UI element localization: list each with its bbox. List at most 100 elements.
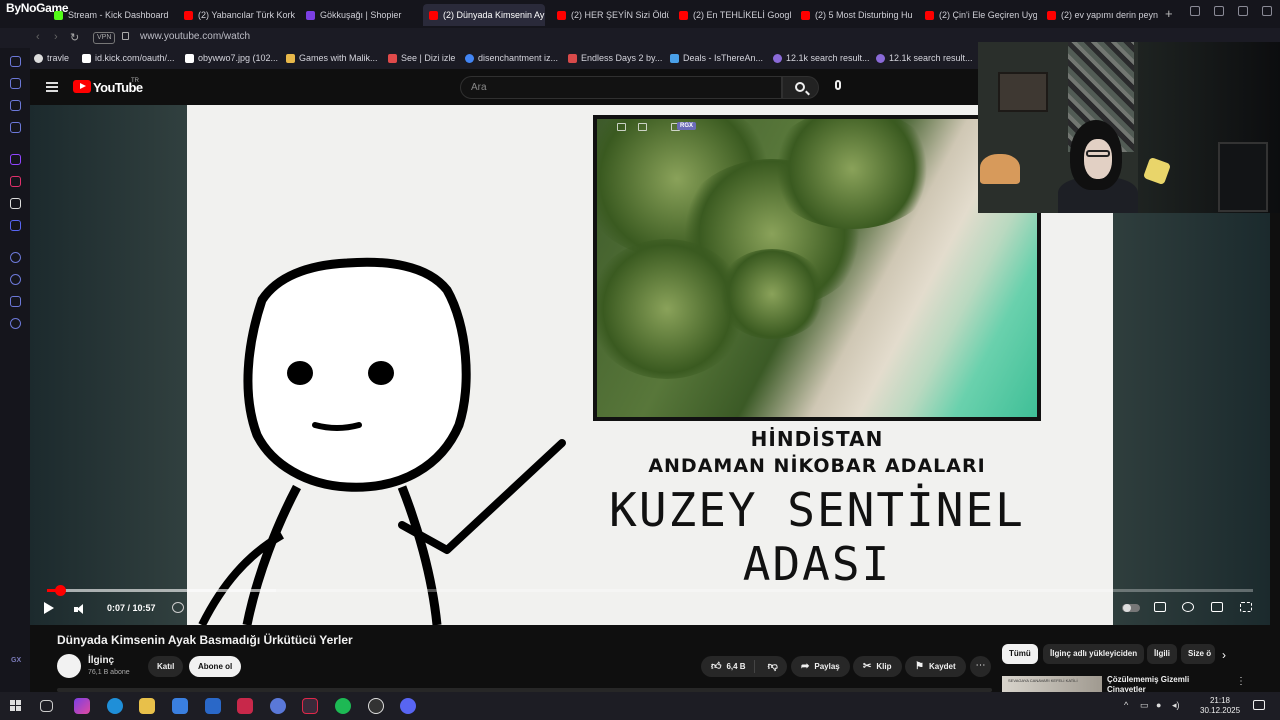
chapter-icon[interactable] <box>172 602 184 613</box>
instagram-icon[interactable] <box>10 176 21 187</box>
recommended-menu-icon[interactable]: ⋮ <box>1236 676 1246 687</box>
notification-icon[interactable] <box>1253 700 1265 710</box>
lock-icon[interactable] <box>122 32 129 40</box>
spotify-icon[interactable] <box>335 698 351 714</box>
chip-all[interactable]: Tümü <box>1002 644 1038 664</box>
tab-youtube-1[interactable]: (2) Yabancılar Türk Kork <box>178 4 296 26</box>
youtube-icon <box>801 10 810 20</box>
miniplayer-icon[interactable] <box>1211 602 1223 612</box>
new-tab-button[interactable]: + <box>1165 6 1173 21</box>
tab-kick-dashboard[interactable]: Stream - Kick Dashboard <box>48 4 176 26</box>
bookmark-kick-oauth[interactable]: id.kick.com/oauth/... <box>82 53 175 63</box>
store-icon[interactable] <box>172 698 188 714</box>
maximize-icon[interactable] <box>1238 6 1248 16</box>
chevron-right-icon[interactable]: › <box>1222 648 1226 662</box>
rgx-badge[interactable]: RGX <box>677 122 697 130</box>
task-view-icon[interactable] <box>40 700 53 712</box>
bookmark-google-search[interactable]: disenchantment iz... <box>465 53 558 63</box>
subtitles-icon[interactable] <box>1154 602 1166 612</box>
search-input[interactable]: Ara <box>460 76 782 99</box>
tray-mic-icon[interactable]: ● <box>1156 700 1161 710</box>
tab-youtube-active[interactable]: (2) Dünyada Kimsenin Ay <box>423 4 545 26</box>
recommended-title[interactable]: Çözülememiş Gizemli Cinayetler <box>1107 675 1227 692</box>
player-icon[interactable] <box>10 252 21 263</box>
volume-icon[interactable] <box>74 604 86 614</box>
autoplay-toggle[interactable] <box>1122 604 1140 612</box>
close-icon[interactable] <box>1262 6 1272 16</box>
tray-chevron-icon[interactable]: ^ <box>1124 700 1128 710</box>
bookmark-search-result-2[interactable]: 12.1k search result... <box>876 53 973 63</box>
tab-shopier[interactable]: Gökkuşağı | Shopier <box>300 4 418 26</box>
more-actions-button[interactable]: ⋯ <box>970 656 991 677</box>
pip-icon[interactable] <box>617 123 626 131</box>
menu-icon[interactable] <box>46 82 58 92</box>
url-field[interactable]: www.youtube.com/watch <box>140 31 250 42</box>
join-button[interactable]: Katıl <box>148 656 184 677</box>
bookmark-isthereany[interactable]: Deals - IsThereAn... <box>670 53 763 63</box>
bookmark-icon: ⚑ <box>915 661 924 672</box>
share-button[interactable]: ➦ Paylaş <box>791 656 850 677</box>
exit-icon[interactable] <box>638 123 647 131</box>
copilot-icon[interactable] <box>74 698 90 714</box>
twitch-icon[interactable] <box>10 154 21 165</box>
clip-button[interactable]: ✂ Klip <box>853 656 902 677</box>
search-tabs-icon[interactable] <box>1190 6 1200 16</box>
back-icon[interactable]: ‹ <box>36 31 40 43</box>
flow-icon[interactable] <box>10 56 21 67</box>
chip-related[interactable]: İlgili <box>1147 644 1177 664</box>
dislike-button[interactable]: 👎︎ <box>760 656 786 677</box>
tab-youtube-7[interactable]: (2) ev yapımı derin peyn <box>1041 4 1159 26</box>
extensions-icon[interactable] <box>10 296 21 307</box>
reload-icon[interactable]: ↻ <box>70 31 79 44</box>
obs-icon[interactable] <box>368 698 384 714</box>
shop-icon[interactable] <box>10 78 21 89</box>
chip-for-you[interactable]: Size ö <box>1181 644 1215 664</box>
tray-speaker-icon[interactable]: ◂) <box>1172 700 1180 711</box>
tab-youtube-6[interactable]: (2) Çin'i Ele Geçiren Uyg <box>919 4 1037 26</box>
valorant-icon[interactable] <box>237 698 253 714</box>
forward-icon[interactable]: › <box>54 31 58 43</box>
channel-name[interactable]: İlginç <box>88 655 114 666</box>
progress-bar[interactable] <box>47 585 1253 596</box>
recommended-thumbnail[interactable]: SEVAGAYA CANAVARI KEFELİ KATİLİ <box>1002 676 1102 692</box>
tray-network-icon[interactable]: ▭ <box>1140 700 1149 711</box>
messenger-icon[interactable] <box>10 122 21 133</box>
bookmark-games-malik[interactable]: Games with Malik... <box>286 53 378 63</box>
settings-gear-icon[interactable] <box>1182 602 1194 612</box>
bookmark-image[interactable]: obywwo7.jpg (102... <box>185 53 278 63</box>
voice-search-icon[interactable] <box>835 80 841 90</box>
youtube-logo-icon[interactable] <box>73 80 91 93</box>
save-button[interactable]: ⚑ Kaydet <box>905 656 966 677</box>
search-button[interactable] <box>782 76 819 99</box>
app-icon[interactable] <box>270 698 286 714</box>
taskbar-clock[interactable]: 21:18 30.12.2025 <box>1200 696 1240 716</box>
subscribe-button[interactable]: Abone ol <box>189 656 242 677</box>
chip-from-uploader[interactable]: İlginç adlı yükleyiciden <box>1043 644 1145 664</box>
bookmark-travle[interactable]: travle <box>34 53 69 63</box>
tab-youtube-5[interactable]: (2) 5 Most Disturbing Hu <box>795 4 913 26</box>
history-icon[interactable] <box>10 274 21 285</box>
tab-youtube-4[interactable]: (2) En TEHLİKELİ Google <box>673 4 791 26</box>
discord-icon[interactable] <box>10 220 21 231</box>
windows-start-icon[interactable] <box>10 700 22 712</box>
controller-icon[interactable] <box>10 100 21 111</box>
x-icon[interactable] <box>10 198 21 209</box>
channel-avatar[interactable] <box>57 654 81 678</box>
discord-app-icon[interactable] <box>400 698 416 714</box>
file-explorer-icon[interactable] <box>139 698 155 714</box>
play-button[interactable] <box>44 602 54 614</box>
fullscreen-icon[interactable] <box>1240 602 1252 612</box>
like-button[interactable]: 👍︎ 6,4 B <box>701 660 755 673</box>
opera-gx-icon[interactable] <box>302 698 318 714</box>
palm-cluster <box>767 119 937 229</box>
tab-youtube-3[interactable]: (2) HER ŞEYİN Sizi Öldür <box>551 4 669 26</box>
bookmark-search-result-1[interactable]: 12.1k search result... <box>773 53 870 63</box>
bookmark-dizi[interactable]: See | Dizi izle <box>388 53 455 63</box>
mail-app-icon[interactable] <box>205 698 221 714</box>
minimize-icon[interactable] <box>1214 6 1224 16</box>
vpn-badge[interactable]: VPN <box>93 32 116 44</box>
edge-icon[interactable] <box>107 698 123 714</box>
settings-icon[interactable] <box>10 318 21 329</box>
youtube-icon <box>429 10 438 20</box>
bookmark-endless-days[interactable]: Endless Days 2 by... <box>568 53 662 63</box>
